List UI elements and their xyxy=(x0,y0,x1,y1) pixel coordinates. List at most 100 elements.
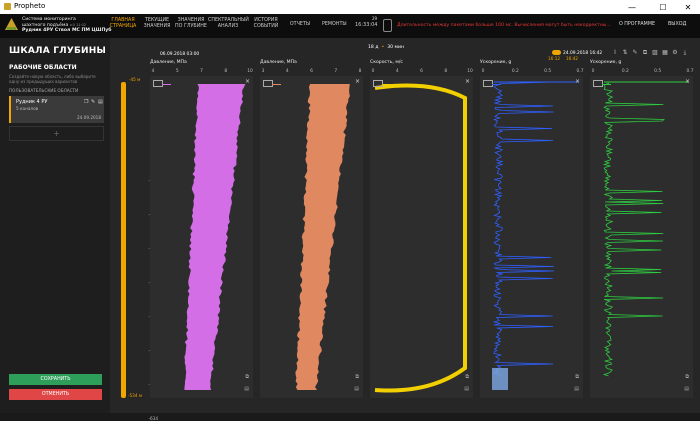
axis-tick-label: 4 xyxy=(395,69,399,74)
tool-icon[interactable]: ✎ xyxy=(631,49,639,57)
panel-table-icon[interactable]: ▤ xyxy=(354,386,359,392)
workspaces-hint: Создайте новую область, либо выберите од… xyxy=(9,74,96,84)
chart-panel[interactable]: × ⧉ ▤ xyxy=(370,76,473,398)
panel-axis: 4 5 7 8 10 xyxy=(150,69,253,75)
cancel-button[interactable]: ОТМЕНИТЬ xyxy=(9,389,102,400)
edit-icon[interactable]: ✎ xyxy=(91,99,95,105)
save-button[interactable]: СОХРАНИТЬ xyxy=(9,374,102,385)
panel-close-icon[interactable]: × xyxy=(685,78,690,85)
maximize-button[interactable]: ☐ xyxy=(651,0,675,14)
cursor-icon[interactable]: I xyxy=(611,49,619,57)
chart-plot xyxy=(184,84,246,390)
zoom-icon[interactable]: ⧉ xyxy=(641,49,649,57)
nav-current-values[interactable]: ТЕКУЩИЕ ЗНАЧЕНИЯ xyxy=(140,18,174,30)
axis-tick-label: 0.2 xyxy=(511,69,519,74)
panel-zoom-icon[interactable]: ⧉ xyxy=(685,374,689,380)
axis-tick-label: 0 xyxy=(371,69,375,74)
workspace-channels: 5 каналов xyxy=(16,106,39,111)
axis-tick-label: 8 xyxy=(358,69,362,74)
axis-tick-label: 6 xyxy=(310,69,313,74)
axis-tick-label: 0 xyxy=(591,69,595,74)
period-separator-icon: • xyxy=(381,45,385,50)
nav-event-history[interactable]: ИСТОРИЯ СОБЫТИЙ xyxy=(250,18,282,30)
axis-tick-label: 7 xyxy=(334,69,338,74)
series-legend-line xyxy=(492,84,501,85)
clock: 16:33:04 xyxy=(355,22,378,28)
axis-tick-label: 0.5 xyxy=(654,69,662,74)
axis-tick-label: 0.7 xyxy=(686,69,694,74)
series-legend-line xyxy=(602,84,611,85)
panel-title: Ускорение, g xyxy=(480,60,512,65)
panel-title: Давление, МПа xyxy=(150,60,187,65)
period-selector[interactable]: 18 д • 30 мин xyxy=(368,45,404,50)
table-icon[interactable]: ▦ xyxy=(661,49,669,57)
chart-icon[interactable]: ▨ xyxy=(651,49,659,57)
minimize-button[interactable]: — xyxy=(620,0,644,14)
chart-panel[interactable]: × ⧉ ▤ xyxy=(480,76,583,398)
workspace-card[interactable]: Рудник 4 РУ 5 каналов 24.09.2018 ❐ ✎ ▤ xyxy=(9,96,104,123)
axis-tick-label: 10 xyxy=(467,69,473,74)
axis-tick-label: 3 xyxy=(261,69,265,74)
axis-tick-label: 0.2 xyxy=(621,69,629,74)
panel-table-icon[interactable]: ▤ xyxy=(684,386,689,392)
depth-bottom-label: -534 м xyxy=(128,393,142,398)
acceleration-line xyxy=(602,81,665,377)
panel-zoom-icon[interactable]: ⧉ xyxy=(465,374,469,380)
app-header: Система мониторинга шахтного подъёма v.0… xyxy=(0,14,700,38)
axis-tick-label: 8 xyxy=(224,69,228,74)
panel-table-icon[interactable]: ▤ xyxy=(244,386,249,392)
alert-message[interactable]: Длительность между пакетами больше 100 м… xyxy=(397,23,611,28)
app-icon xyxy=(4,2,11,10)
axis-tick-label: 7 xyxy=(200,69,203,74)
align-icon[interactable]: ⇅ xyxy=(621,49,629,57)
nav-repairs[interactable]: РЕМОНТЫ xyxy=(322,22,356,28)
depth-slider[interactable] xyxy=(121,82,126,398)
panel-title: Давление, МПа xyxy=(260,60,297,65)
chart-plot xyxy=(602,81,689,377)
pressure-band xyxy=(295,84,350,390)
chart-panel[interactable]: × ⧉ ▤ xyxy=(260,76,363,398)
axis-tick-label: 4 xyxy=(151,69,155,74)
panel-table-icon[interactable]: ▤ xyxy=(464,386,469,392)
workspaces-heading: РАБОЧИЕ ОБЛАСТИ xyxy=(9,64,77,71)
sidebar: ШКАЛА ГЛУБИНЫ РАБОЧИЕ ОБЛАСТИ Создайте н… xyxy=(0,38,110,413)
nav-spectral-analysis[interactable]: СПЕКТРАЛЬНЫЙ АНАЛИЗ xyxy=(208,18,249,30)
company-logo xyxy=(5,18,18,30)
settings-icon[interactable]: ⚙ xyxy=(671,49,679,57)
panel-table-icon[interactable]: ▤ xyxy=(574,386,579,392)
chart-panel[interactable]: × ⧉ ▤ xyxy=(590,76,693,398)
panel-close-icon[interactable]: × xyxy=(355,78,360,85)
axis-tick-label: 8 xyxy=(444,69,448,74)
copy-icon[interactable]: ❐ xyxy=(84,99,88,105)
nav-reports[interactable]: ОТЧЕТЫ xyxy=(285,22,315,28)
axis-tick-label: 5 xyxy=(175,69,179,74)
axis-tick-label: 0.5 xyxy=(544,69,552,74)
acceleration-block xyxy=(492,368,508,390)
panel-zoom-icon[interactable]: ⧉ xyxy=(245,374,249,380)
panel-title: Ускорение, g xyxy=(590,60,622,65)
nav-main-page[interactable]: ГЛАВНАЯ СТРАНИЦА xyxy=(106,18,140,30)
about-link[interactable]: О ПРОГРАММЕ xyxy=(619,22,655,27)
time-from[interactable]: 16:12 xyxy=(548,56,560,61)
workspace-date: 24.09.2018 xyxy=(77,115,101,120)
user-areas-heading: ПОЛЬЗОВАТЕЛЬСКИЕ ОБЛАСТИ xyxy=(9,88,79,93)
speed-line xyxy=(374,83,467,393)
panel-zoom-icon[interactable]: ⧉ xyxy=(575,374,579,380)
time-to[interactable]: 16:42 xyxy=(566,56,578,61)
panel-close-icon[interactable]: × xyxy=(465,78,470,85)
live-toggle[interactable] xyxy=(552,50,561,55)
panel-close-icon[interactable]: × xyxy=(575,78,580,85)
acceleration-line xyxy=(492,81,554,377)
panel-zoom-icon[interactable]: ⧉ xyxy=(355,374,359,380)
chart-panel[interactable]: × ⧉ ▤ xyxy=(150,76,253,398)
delete-icon[interactable]: ▤ xyxy=(98,99,103,105)
panel-close-icon[interactable]: × xyxy=(245,78,250,85)
nav-depth-values[interactable]: ЗНАЧЕНИЯ ПО ГЛУБИНЕ xyxy=(174,18,208,30)
pressure-band xyxy=(184,84,246,390)
exit-link[interactable]: ВЫХОД xyxy=(668,22,686,27)
panel-axis: 0 0.2 0.5 0.7 xyxy=(480,69,584,75)
close-button[interactable]: ✕ xyxy=(676,0,700,14)
alert-bell-icon[interactable] xyxy=(383,19,392,32)
export-icon[interactable]: ⤓ xyxy=(681,49,689,57)
add-workspace-button[interactable]: + xyxy=(9,126,104,141)
